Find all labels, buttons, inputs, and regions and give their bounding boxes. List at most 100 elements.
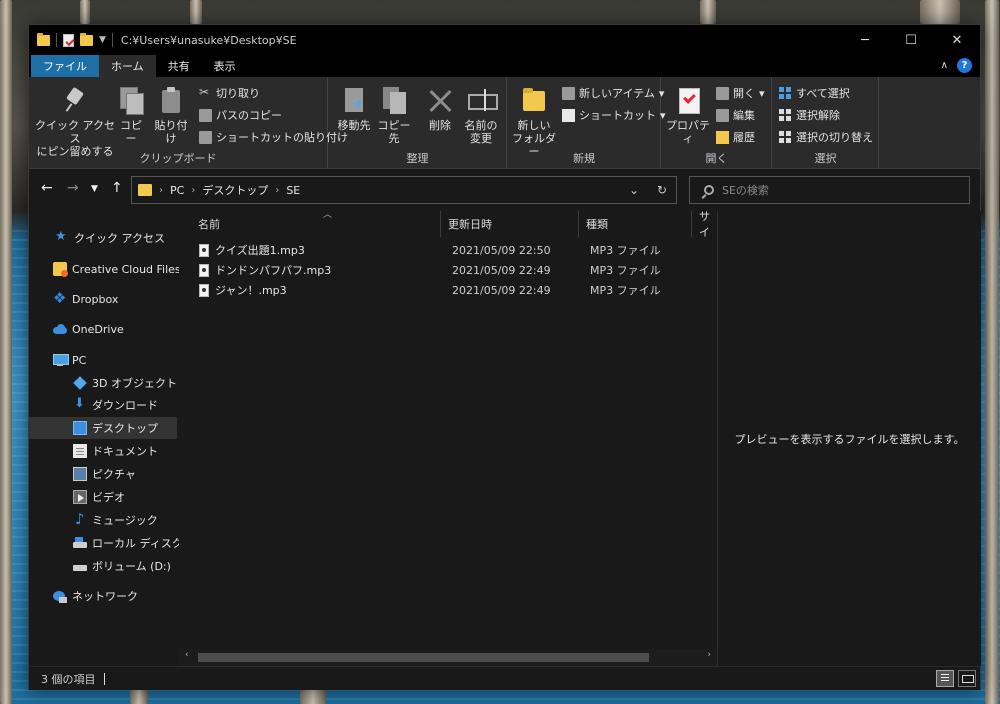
- breadcrumb-desktop[interactable]: デスクトップ: [202, 182, 268, 198]
- nav-item-videos[interactable]: ビデオ: [29, 486, 177, 508]
- move-to-button[interactable]: 移動先: [335, 85, 373, 132]
- nav-item-label: PC: [72, 353, 87, 367]
- customize-dropdown-icon[interactable]: ▼: [99, 35, 106, 45]
- nav-item-pictures[interactable]: ピクチャ: [29, 463, 177, 485]
- paste-button[interactable]: 貼り付け: [151, 85, 191, 145]
- tab-share[interactable]: 共有: [156, 55, 202, 77]
- paste-shortcut-icon: [199, 130, 212, 144]
- clipboard-group: クイック アクセス にピン留めする コピー 貼り付け 切り取り パスのコピー: [29, 77, 348, 169]
- copy-path-button[interactable]: パスのコピー: [199, 107, 282, 123]
- nav-item-pc[interactable]: PC: [29, 349, 177, 371]
- history-label: 履歴: [733, 131, 755, 144]
- ribbon-tabs: ファイル ホーム 共有 表示 ∧ ?: [29, 55, 980, 77]
- shortcut-icon: [562, 108, 575, 122]
- tab-view[interactable]: 表示: [202, 55, 248, 77]
- video-icon: [73, 490, 87, 504]
- column-header-name[interactable]: ︿ 名前: [191, 210, 441, 237]
- copy-label: コピー: [120, 119, 142, 145]
- horizontal-scrollbar[interactable]: ‹ ›: [179, 649, 717, 666]
- pin-label-line1: クイック アクセス: [35, 119, 115, 145]
- breadcrumb-pc[interactable]: PC: [170, 184, 184, 197]
- select-none-button[interactable]: 選択解除: [779, 107, 840, 123]
- scroll-right-icon[interactable]: ›: [707, 650, 711, 660]
- details-view-button[interactable]: [936, 670, 954, 687]
- nav-item-documents[interactable]: ドキュメント: [29, 440, 177, 462]
- nav-item-downloads[interactable]: ダウンロード: [29, 394, 177, 416]
- properties-icon: [673, 85, 703, 115]
- file-row[interactable]: ドンドンパフパフ.mp3 2021/05/09 22:49 MP3 ファイル: [193, 260, 713, 280]
- organize-group: 移動先 コピー先 削除 名前の 変更 整理: [329, 77, 507, 169]
- select-all-button[interactable]: すべて選択: [779, 85, 850, 101]
- nav-item-music[interactable]: ミュージック: [29, 509, 177, 531]
- collapse-ribbon-icon[interactable]: ∧: [941, 60, 948, 71]
- minimize-button[interactable]: ─: [842, 25, 888, 55]
- nav-item-creative-cloud[interactable]: Creative Cloud Files: [29, 258, 181, 280]
- edit-button[interactable]: 編集: [716, 107, 755, 123]
- nav-item-volume-d[interactable]: ボリューム (D:): [29, 555, 177, 577]
- column-header-date[interactable]: 更新日時: [441, 211, 579, 237]
- invert-selection-button[interactable]: 選択の切り替え: [779, 129, 873, 145]
- file-row[interactable]: ジャン！.mp3 2021/05/09 22:49 MP3 ファイル: [193, 280, 713, 300]
- tab-file[interactable]: ファイル: [31, 55, 99, 77]
- nav-item-3d-objects[interactable]: 3D オブジェクト: [29, 372, 177, 394]
- nav-item-local-disk-c[interactable]: ローカル ディスク (C:): [29, 532, 206, 554]
- search-icon: [704, 185, 714, 195]
- search-box[interactable]: SEの検索: [689, 176, 970, 204]
- address-dropdown-icon[interactable]: ⌄: [620, 183, 648, 197]
- copy-to-button[interactable]: コピー先: [375, 85, 413, 145]
- nav-item-label: 3D オブジェクト: [92, 377, 177, 390]
- navigation-bar: ← → ▼ ↑ › PC › デスクトップ › SE ⌄ ↻ SEの検索: [29, 170, 980, 210]
- item-count: 3 個の項目: [41, 672, 96, 686]
- drive-icon: [73, 559, 87, 573]
- invert-selection-icon: [779, 130, 792, 144]
- wallpaper-tree: [985, 0, 999, 704]
- cut-button[interactable]: 切り取り: [199, 85, 260, 101]
- address-bar[interactable]: › PC › デスクトップ › SE ⌄ ↻: [131, 176, 677, 204]
- refresh-icon[interactable]: ↻: [648, 183, 676, 197]
- nav-item-onedrive[interactable]: OneDrive: [29, 318, 177, 340]
- delete-button[interactable]: 削除: [425, 85, 455, 132]
- tab-home[interactable]: ホーム: [99, 55, 156, 77]
- easy-access-button[interactable]: ショートカット ▾: [562, 107, 666, 123]
- desktop-icon: [73, 421, 87, 435]
- rename-icon: [466, 85, 498, 115]
- help-icon[interactable]: ?: [957, 58, 972, 73]
- folder-icon: [37, 32, 50, 46]
- nav-item-network[interactable]: ネットワーク: [29, 585, 177, 607]
- new-folder-button[interactable]: 新しい フォルダー: [512, 85, 556, 158]
- scroll-left-icon[interactable]: ‹: [185, 650, 189, 660]
- back-arrow-icon[interactable]: ←: [41, 180, 53, 196]
- breadcrumb-se[interactable]: SE: [286, 184, 300, 197]
- new-item-button[interactable]: 新しいアイテム ▾: [562, 85, 664, 101]
- nav-item-label: ドキュメント: [92, 445, 158, 458]
- history-button[interactable]: 履歴: [716, 129, 755, 145]
- preview-pane: プレビューを表示するファイルを選択します。: [717, 211, 981, 666]
- nav-item-desktop[interactable]: デスクトップ: [29, 417, 177, 439]
- recent-locations-icon[interactable]: ▼: [91, 184, 98, 194]
- column-header-size[interactable]: サイ: [692, 211, 717, 237]
- window-title: C:¥Users¥unasuke¥Desktop¥SE: [120, 33, 297, 47]
- file-date: 2021/05/09 22:49: [452, 263, 551, 277]
- rename-button[interactable]: 名前の 変更: [463, 85, 499, 145]
- pin-to-quick-access-button[interactable]: クイック アクセス にピン留めする: [35, 85, 115, 158]
- copy-button[interactable]: コピー: [115, 85, 147, 145]
- close-button[interactable]: ✕: [934, 25, 980, 55]
- scrollbar-thumb[interactable]: [198, 653, 649, 662]
- new-folder-icon[interactable]: [80, 32, 93, 46]
- properties-icon[interactable]: [63, 33, 74, 47]
- forward-arrow-icon[interactable]: →: [67, 180, 79, 196]
- nav-item-dropbox[interactable]: Dropbox: [29, 288, 177, 310]
- large-icons-view-button[interactable]: [958, 670, 976, 687]
- breadcrumb-separator: ›: [275, 184, 280, 196]
- wallpaper-tree: [130, 688, 148, 704]
- new-folder-icon: [519, 85, 549, 115]
- nav-item-quick-access[interactable]: クイック アクセス: [29, 227, 177, 249]
- maximize-button[interactable]: ☐: [888, 25, 934, 55]
- paste-shortcut-button[interactable]: ショートカットの貼り付け: [199, 129, 348, 145]
- file-row[interactable]: クイズ出題1.mp3 2021/05/09 22:50 MP3 ファイル: [193, 240, 713, 260]
- move-to-label: 移動先: [337, 119, 371, 132]
- column-header-type[interactable]: 種類: [579, 211, 692, 237]
- properties-button[interactable]: プロパティ: [664, 85, 712, 145]
- up-arrow-icon[interactable]: ↑: [111, 180, 123, 196]
- open-button[interactable]: 開く ▾: [716, 85, 765, 101]
